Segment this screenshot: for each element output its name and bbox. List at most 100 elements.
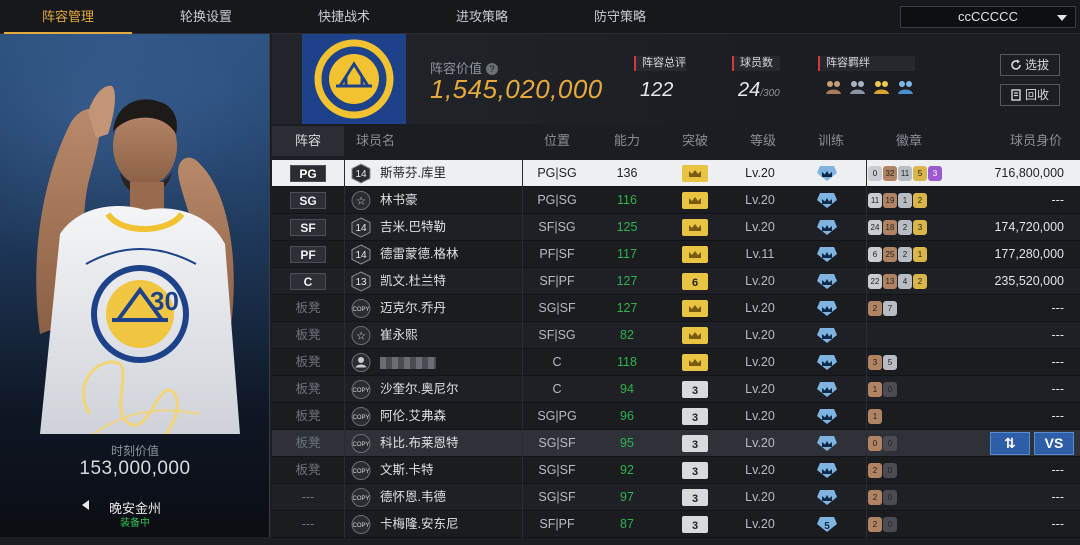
badge-icon[interactable]: 0	[868, 166, 882, 181]
badge-icon[interactable]: 1	[898, 193, 912, 208]
badge-icon[interactable]: 0	[883, 517, 897, 532]
table-row[interactable]: 板凳 COPY 迈克尔.乔丹 SG|SF 127 Lv.20 2 7 ---	[272, 295, 1080, 322]
training-icon[interactable]	[816, 381, 838, 398]
training-icon[interactable]	[816, 192, 838, 209]
training-icon[interactable]	[816, 246, 838, 263]
training-icon[interactable]	[816, 327, 838, 344]
table-row[interactable]: --- COPY 卡梅隆.安东尼 SF|PF 87 3 Lv.20 5 2 0 ---	[272, 511, 1080, 538]
badge-icon[interactable]: 19	[883, 193, 897, 208]
table-row[interactable]: PF 14 德雷蒙德.格林 PF|SF 117 Lv.11 6 25 2 1 177,280,000	[272, 241, 1080, 268]
table-row[interactable]: --- COPY 德怀恩.韦德 SG|SF 97 3 Lv.20 2 0 ---	[272, 484, 1080, 511]
training-icon[interactable]	[816, 219, 838, 236]
badge-icon[interactable]: 13	[883, 274, 897, 289]
badge-icon[interactable]: 1	[868, 409, 882, 424]
chem-icon-3[interactable]	[872, 79, 891, 95]
breakthrough-icon[interactable]	[682, 192, 708, 209]
badge-icon[interactable]: 6	[868, 247, 882, 262]
recycle-button[interactable]: 回收	[1000, 84, 1060, 106]
player-value: 177,280,000	[994, 247, 1064, 261]
table-row[interactable]: 板凳 COPY 科比.布莱恩特 SG|SF 95 3 Lv.20 0 0 ⇅ VS	[272, 430, 1080, 457]
breakthrough-icon[interactable]: 3	[682, 381, 708, 398]
badge-icon[interactable]: 0	[883, 490, 897, 505]
badge-icon[interactable]: 22	[868, 274, 882, 289]
training-icon[interactable]	[816, 462, 838, 479]
badge-icon[interactable]: 0	[868, 436, 882, 451]
chem-icon-1[interactable]	[824, 79, 843, 95]
breakthrough-icon[interactable]	[682, 300, 708, 317]
tab-quick-tactics[interactable]: 快捷战术	[280, 0, 408, 34]
svg-text:☆: ☆	[356, 330, 366, 343]
tab-rotation[interactable]: 轮换设置	[142, 0, 270, 34]
breakthrough-icon[interactable]: 3	[682, 408, 708, 425]
breakthrough-icon[interactable]: 3	[682, 462, 708, 479]
badge-icon[interactable]: 3	[868, 355, 882, 370]
badge-icon[interactable]: 2	[913, 193, 927, 208]
breakthrough-icon[interactable]	[682, 246, 708, 263]
slot-label: 板凳	[295, 328, 321, 342]
team-select[interactable]: ccCCCCC	[900, 6, 1076, 28]
chem-icon-4[interactable]	[896, 79, 915, 95]
vs-button[interactable]: VS	[1034, 432, 1074, 455]
training-icon[interactable]	[816, 273, 838, 290]
swap-button[interactable]: ⇅	[990, 432, 1030, 455]
badge-icon[interactable]: 7	[883, 301, 897, 316]
badge-icon[interactable]: 1	[913, 247, 927, 262]
training-icon[interactable]	[816, 165, 838, 182]
breakthrough-icon[interactable]: 3	[682, 489, 708, 506]
player-value: ---	[1051, 301, 1065, 315]
breakthrough-icon[interactable]: 3	[682, 435, 708, 452]
badge-icon[interactable]: 2	[868, 490, 882, 505]
breakthrough-icon[interactable]	[682, 327, 708, 344]
badge-icon[interactable]: 32	[883, 166, 897, 181]
badge-icon[interactable]: 0	[883, 382, 897, 397]
badge-icon[interactable]: 3	[913, 220, 927, 235]
pick-button[interactable]: 选拔	[1000, 54, 1060, 76]
badge-icon[interactable]: 5	[913, 166, 927, 181]
training-icon[interactable]: 5	[816, 516, 838, 533]
tab-offense[interactable]: 进攻策略	[418, 0, 546, 34]
badge-icon[interactable]: 2	[868, 463, 882, 478]
badge-icon[interactable]: 25	[883, 247, 897, 262]
training-icon[interactable]	[816, 300, 838, 317]
training-icon[interactable]	[816, 408, 838, 425]
training-icon[interactable]	[816, 435, 838, 452]
breakthrough-icon[interactable]	[682, 354, 708, 371]
training-icon[interactable]	[816, 354, 838, 371]
table-row[interactable]: 板凳 COPY 沙奎尔.奥尼尔 C 94 3 Lv.20 1 0 ---	[272, 376, 1080, 403]
svg-text:3: 3	[692, 493, 698, 505]
badge-icon[interactable]: 24	[868, 220, 882, 235]
badge-icon[interactable]: 2	[898, 247, 912, 262]
table-row[interactable]: PG 14 斯蒂芬.库里 PG|SG 136 Lv.20 0 32 11 5 3 716,800,00…	[272, 160, 1080, 187]
badge-icon[interactable]: 4	[898, 274, 912, 289]
badge-icon[interactable]: 18	[883, 220, 897, 235]
roster-slot: 板凳	[272, 376, 344, 403]
player-card[interactable]: 30 时刻价值 153,000,000 晚安金州 装备中	[0, 34, 270, 537]
breakthrough-icon[interactable]: 3	[682, 516, 708, 533]
breakthrough-icon[interactable]	[682, 165, 708, 182]
training-icon[interactable]	[816, 489, 838, 506]
badge-icon[interactable]: 5	[883, 355, 897, 370]
tab-lineup[interactable]: 阵容管理	[4, 0, 132, 34]
badge-icon[interactable]: 1	[868, 382, 882, 397]
badge-icon[interactable]: 2	[898, 220, 912, 235]
badge-icon[interactable]: 11	[868, 193, 882, 208]
tab-defense[interactable]: 防守策略	[556, 0, 684, 34]
badge-icon[interactable]: 2	[868, 517, 882, 532]
badge-icon[interactable]: 3	[928, 166, 942, 181]
chem-icon-2[interactable]	[848, 79, 867, 95]
breakthrough-icon[interactable]	[682, 219, 708, 236]
table-row[interactable]: SG ☆ 林书豪 PG|SG 116 Lv.20 11 19 1 2 ---	[272, 187, 1080, 214]
table-row[interactable]: 板凳 ☆ 崔永熙 SF|SG 82 Lv.20 ---	[272, 322, 1080, 349]
badge-icon[interactable]: 2	[913, 274, 927, 289]
breakthrough-icon[interactable]: 6	[682, 273, 708, 290]
table-row[interactable]: 板凳 C 118 Lv.20 3 5 ---	[272, 349, 1080, 376]
badge-icon[interactable]: 0	[883, 436, 897, 451]
table-row[interactable]: 板凳 COPY 文斯.卡特 SG|SF 92 3 Lv.20 2 0 ---	[272, 457, 1080, 484]
table-row[interactable]: C 13 凯文.杜兰特 SF|PF 127 6 Lv.20 22 13 4 2 235,520,000	[272, 268, 1080, 295]
badge-icon[interactable]: 2	[868, 301, 882, 316]
table-row[interactable]: 板凳 COPY 阿伦.艾弗森 SG|PG 96 3 Lv.20 1 ---	[272, 403, 1080, 430]
col-roster[interactable]: 阵容	[272, 126, 344, 156]
badge-icon[interactable]: 11	[898, 166, 912, 181]
badge-icon[interactable]: 0	[883, 463, 897, 478]
table-row[interactable]: SF 14 吉米.巴特勒 SF|SG 125 Lv.20 24 18 2 3 174,720,000	[272, 214, 1080, 241]
